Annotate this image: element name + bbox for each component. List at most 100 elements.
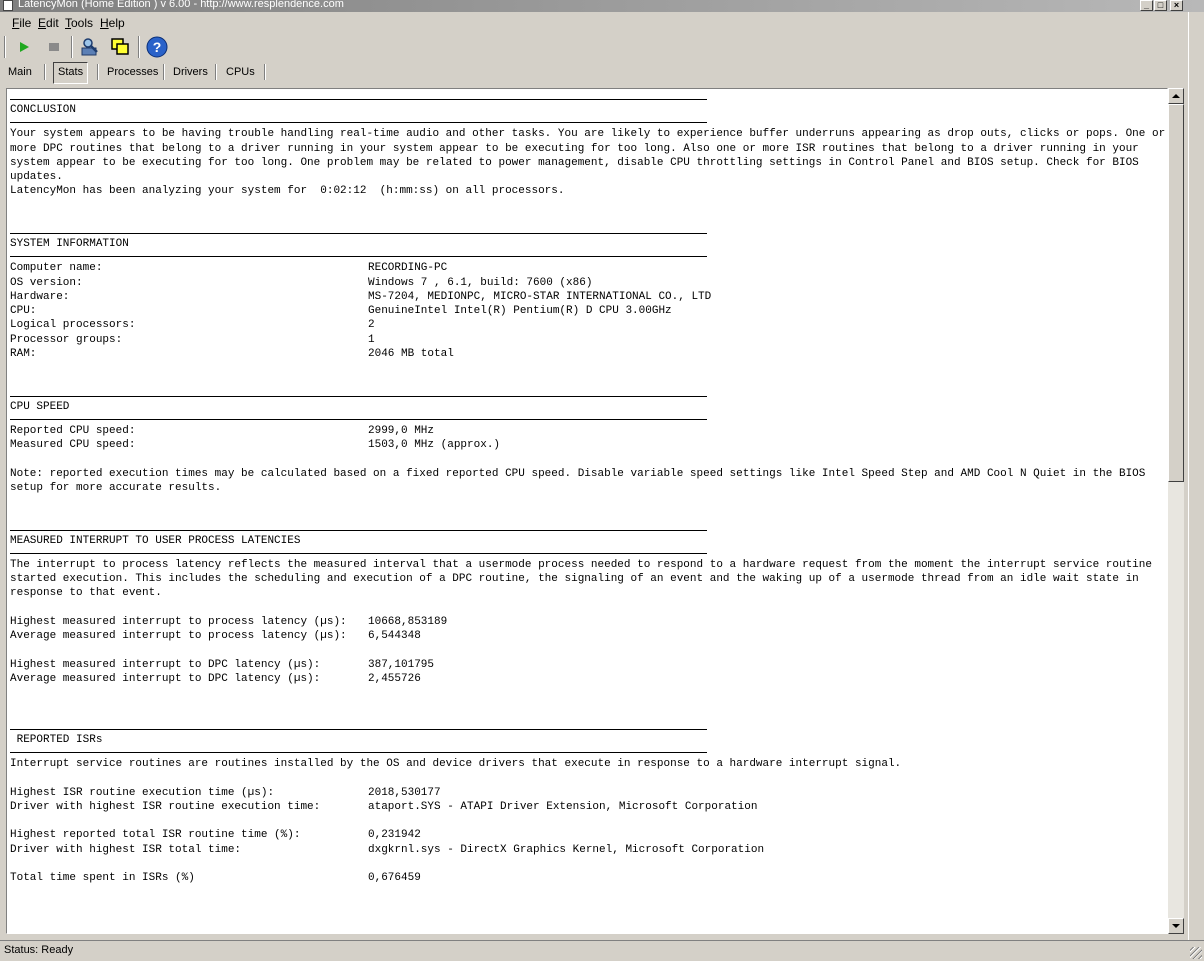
isrs-text: Interrupt service routines are routines … [10,758,902,770]
info-value: 6,544348 [368,630,421,642]
menu-help[interactable]: Help [100,16,125,30]
tab-main[interactable]: Main [4,62,36,82]
tab-separator [215,64,217,80]
info-value: ataport.SYS - ATAPI Driver Extension, Mi… [368,800,758,813]
arrow-up-icon [1172,94,1180,98]
info-row: Hardware: MS-7204, MEDIONPC, MICRO-STAR I… [10,290,1166,304]
arrow-down-icon [1172,924,1180,928]
info-key: RAM: [10,347,37,360]
info-value: 1503,0 MHz (approx.) [368,439,501,451]
info-key: Hardware: [10,290,70,303]
info-value: MS-7204, MEDIONPC, MICRO-STAR INTERNATIO… [368,290,712,303]
stats-report-panel[interactable]: CONCLUSION Your system appears to be hav… [6,88,1168,934]
divider [10,395,707,397]
tab-strip: Main Stats Processes Drivers CPUs [0,60,1204,84]
scroll-up-button[interactable] [1168,88,1184,104]
info-row: OS version: Windows 7 , 6.1, build: 7600 … [10,276,1166,290]
info-value: RECORDING-PC [368,262,448,275]
conclusion-heading: CONCLUSION [10,104,77,116]
system-info-heading: SYSTEM INFORMATION [10,238,129,250]
tab-stats-label: Stats [58,66,84,78]
latencies-heading: MEASURED INTERRUPT TO USER PROCESS LATEN… [10,534,301,547]
isrs-heading: REPORTED ISRs [10,733,103,746]
info-value: 2018,530177 [368,786,441,799]
menu-tools[interactable]: Tools [65,16,93,30]
status-text: Status: Ready [4,944,74,956]
info-row: Highest measured interrupt to DPC latenc… [10,658,1166,672]
windows-icon[interactable] [109,36,131,58]
maximize-button[interactable]: □ [1154,0,1167,11]
info-row: CPU: GenuineIntel Intel(R) Pentium(R) D C… [10,304,1166,318]
stop-icon[interactable] [43,36,65,58]
tab-processes[interactable]: Processes [103,62,162,82]
menu-bar: File Edit Tools Help [0,13,1204,32]
scroll-thumb[interactable] [1168,104,1184,482]
info-key: Computer name: [10,262,103,275]
info-row: Driver with highest ISR total time: dxgkr… [10,843,1166,857]
menu-file[interactable]: File [12,16,31,30]
info-value: 387,101795 [368,658,435,671]
toolbar-separator [138,36,140,58]
info-row: Driver with highest ISR routine executio… [10,800,1166,814]
tab-stats[interactable]: Stats [53,62,89,84]
info-key: Average measured interrupt to DPC latenc… [10,672,321,685]
minimize-button[interactable]: _ [1140,0,1153,11]
title-bar: LatencyMon (Home Edition ) v 6.00 - http… [0,0,1204,12]
info-value: 2 [368,319,375,332]
tab-drivers-label: Drivers [173,66,208,78]
info-row: Highest reported total ISR routine time … [10,828,1166,842]
divider [10,233,707,234]
info-value: GenuineIntel Intel(R) Pentium(R) D CPU 3… [368,305,672,317]
info-key: Total time spent in ISRs (%) [10,872,195,884]
tab-main-label: Main [8,66,32,78]
close-button[interactable]: × [1170,0,1183,11]
stats-report: CONCLUSION Your system appears to be hav… [10,99,1166,885]
divider [10,99,707,100]
info-row: Reported CPU speed: 2999,0 MHz [10,424,1166,438]
info-key: Highest ISR routine execution time (µs): [10,786,275,799]
info-row: Logical processors: 2 [10,318,1166,332]
info-key: Measured CPU speed: [10,439,136,451]
scroll-down-button[interactable] [1168,918,1184,934]
toolbar-grip [4,36,6,58]
help-icon[interactable]: ? [146,36,168,58]
tab-processes-label: Processes [107,66,159,78]
info-key: Driver with highest ISR total time: [10,843,242,856]
info-row: Highest ISR routine execution time (µs):… [10,786,1166,800]
tab-separator [163,64,165,80]
info-key: OS version: [10,276,83,289]
analyze-icon[interactable] [79,36,101,58]
info-key: Reported CPU speed: [10,424,136,437]
toolbar-separator [71,36,73,58]
conclusion-text: Your system appears to be having trouble… [10,128,1166,183]
divider [10,529,707,531]
vertical-scrollbar[interactable] [1168,88,1184,934]
info-key: Highest reported total ISR routine time … [10,829,301,842]
info-row: Average measured interrupt to process la… [10,629,1166,643]
status-bar: Status: Ready [0,940,1204,961]
tab-cpus[interactable]: CPUs [222,62,259,82]
info-key: CPU: [10,305,37,317]
info-value: 10668,853189 [368,615,448,628]
info-row: Processor groups: 1 [10,333,1166,347]
info-row: Average measured interrupt to DPC latenc… [10,672,1166,686]
info-key: Average measured interrupt to process la… [10,630,347,642]
info-value: Windows 7 , 6.1, build: 7600 (x86) [368,276,593,289]
info-key: Logical processors: [10,319,136,332]
play-icon[interactable] [13,36,35,58]
menu-edit[interactable]: Edit [38,16,59,30]
info-value: dxgkrnl.sys - DirectX Graphics Kernel, M… [368,843,765,856]
info-row: Total time spent in ISRs (%) 0,676459 [10,871,1166,885]
info-row: Highest measured interrupt to process la… [10,615,1166,629]
app-icon [3,0,13,11]
info-row: Computer name: RECORDING-PC [10,261,1166,275]
info-value: 2999,0 MHz [368,424,435,437]
cpu-speed-heading: CPU SPEED [10,400,70,413]
tab-separator [264,64,266,80]
info-value: 1 [368,333,375,346]
latencies-text: The interrupt to process latency reflect… [10,558,1152,600]
tab-drivers[interactable]: Drivers [169,62,212,82]
tab-cpus-label: CPUs [226,66,255,78]
info-key: Driver with highest ISR routine executio… [10,800,321,813]
resize-grip-icon[interactable] [1190,947,1202,959]
